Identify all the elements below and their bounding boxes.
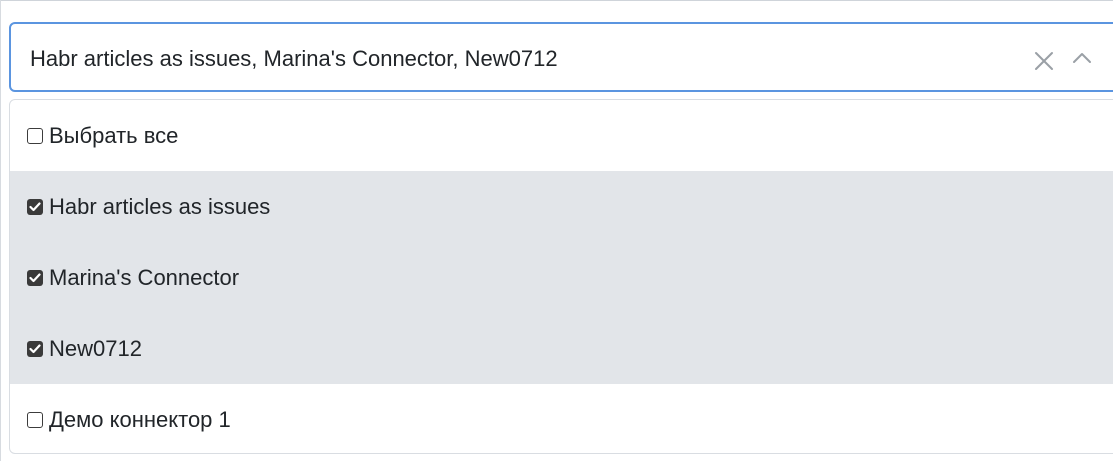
- checkbox-checked[interactable]: [27, 269, 43, 286]
- close-icon[interactable]: [1033, 50, 1055, 72]
- dropdown-menu: Выбрать все Habr articles as issues Mari…: [9, 99, 1113, 454]
- checkbox-unchecked[interactable]: [27, 127, 43, 144]
- checkbox-checked[interactable]: [27, 198, 43, 215]
- option-demo-connector-1[interactable]: Демо коннектор 1: [10, 384, 1113, 453]
- checkbox-unchecked[interactable]: [27, 411, 43, 428]
- multi-select-control[interactable]: Habr articles as issues, Marina's Connec…: [9, 22, 1113, 92]
- chevron-up-icon[interactable]: [1072, 51, 1092, 65]
- option-label: New0712: [49, 335, 142, 361]
- option-new0712[interactable]: New0712: [10, 313, 1113, 384]
- select-value-text: Habr articles as issues, Marina's Connec…: [30, 46, 558, 71]
- option-label: Демо коннектор 1: [49, 406, 231, 432]
- option-select-all[interactable]: Выбрать все: [10, 100, 1113, 171]
- option-label: Marina's Connector: [49, 264, 240, 290]
- option-habr-articles[interactable]: Habr articles as issues: [10, 171, 1113, 242]
- checkbox-checked[interactable]: [27, 340, 43, 357]
- option-label: Habr articles as issues: [49, 193, 271, 219]
- option-label: Выбрать все: [49, 122, 179, 148]
- container-border-top: [0, 0, 1113, 1]
- container-border-left: [0, 0, 1, 461]
- option-marinas-connector[interactable]: Marina's Connector: [10, 242, 1113, 313]
